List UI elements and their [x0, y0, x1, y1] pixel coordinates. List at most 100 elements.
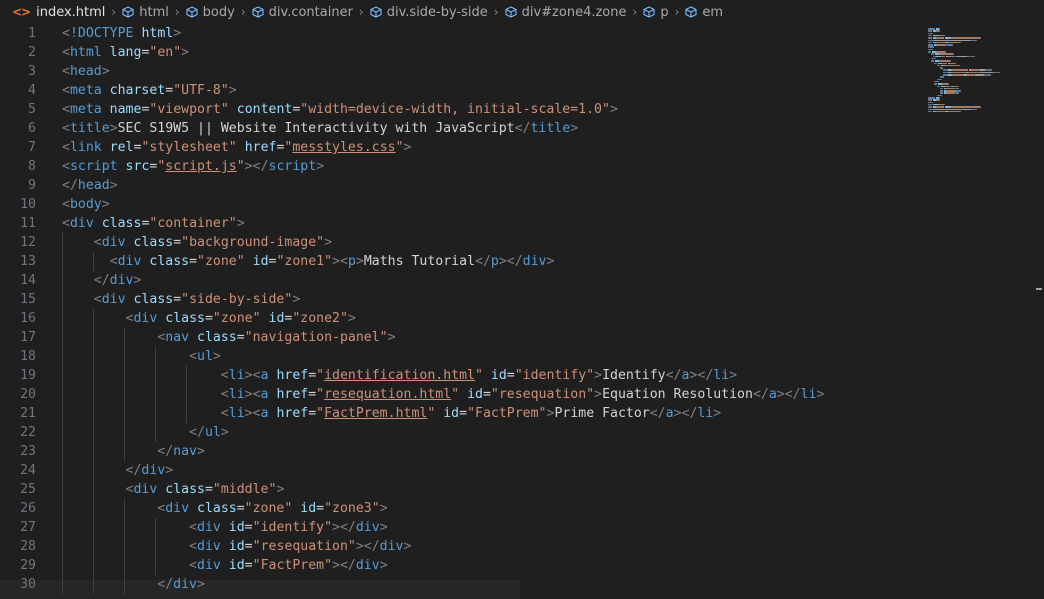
minimap-stroke [928, 28, 935, 30]
code-token: SEC S19W5 || Website Interactivity with … [117, 121, 515, 136]
code-token: </ [93, 273, 110, 288]
breadcrumb-item[interactable]: div.container [252, 5, 353, 20]
code-line[interactable]: 23 </nav> [0, 442, 920, 461]
code-line[interactable]: 27 <div id="identify"></div> [0, 518, 920, 537]
code-token: "stylesheet" [141, 140, 237, 155]
code-token: div [197, 520, 221, 535]
code-token: href [276, 368, 309, 383]
code-line[interactable]: 6 <title>SEC S19W5 || Website Interactivi… [0, 119, 920, 138]
code-line[interactable]: 4 <meta charset="UTF-8"> [0, 81, 920, 100]
breadcrumb-item[interactable]: p [643, 4, 669, 20]
code-line[interactable]: 17 <nav class="navigation-panel"> [0, 328, 920, 347]
breadcrumb-item[interactable]: div.side-by-side [370, 5, 488, 20]
code-token: nav [173, 444, 197, 459]
code-line[interactable]: 22 </ul> [0, 423, 920, 442]
code-token: "zone3" [324, 501, 380, 516]
code-line[interactable]: 8 <script src="script.js"></script> [0, 157, 920, 176]
code-line[interactable]: 29 <div id="FactPrem"></div> [0, 556, 920, 575]
line-number: 20 [20, 387, 36, 402]
breadcrumb-item[interactable]: em [685, 5, 723, 20]
code-token: > [546, 254, 555, 269]
code-line[interactable]: 16 <div class="zone" id="zone2"> [0, 309, 920, 328]
minimap-stroke [937, 85, 940, 87]
breadcrumb-separator-icon: › [358, 5, 364, 19]
code-line[interactable]: 21 <li><a href="FactPrem.html" id="FactP… [0, 404, 920, 423]
code-line[interactable]: 12 <div class="background-image"> [0, 233, 920, 252]
breadcrumb-separator-icon: › [674, 5, 680, 19]
code-token: div [101, 292, 126, 307]
code-line[interactable]: 28 <div id="resequation"></div> [0, 537, 920, 556]
code-line[interactable]: 24 </div> [0, 461, 920, 480]
code-token: </ [475, 254, 491, 269]
code-line[interactable]: 19 <li><a href="identification.html" id=… [0, 366, 920, 385]
code-token: = [506, 368, 515, 383]
code-token: ></ [498, 254, 523, 269]
code-line[interactable]: 10 <body> [0, 195, 920, 214]
minimap-stroke [968, 71, 979, 74]
minimap-stroke [979, 106, 981, 108]
breadcrumb-item[interactable]: div#zone4.zone [505, 5, 627, 20]
code-line[interactable]: 3 <head> [0, 62, 920, 81]
breadcrumb-item-label: p [660, 4, 669, 20]
code-line[interactable]: 18 <ul> [0, 347, 920, 366]
code-line[interactable]: 15 <div class="side-by-side"> [0, 290, 920, 309]
line-number: 16 [20, 311, 36, 326]
line-number: 7 [28, 140, 36, 155]
code-token: class [133, 235, 174, 250]
minimap-stroke [952, 74, 963, 76]
code-line[interactable]: 13 <div class="zone" id="zone1"><p>Maths… [0, 252, 920, 271]
code-text: <ul> [62, 347, 221, 366]
code-line[interactable]: 26 <div class="zone" id="zone3"> [0, 499, 920, 518]
minimap-stroke [946, 92, 954, 94]
line-number: 3 [28, 64, 36, 79]
code-token: href [276, 387, 309, 402]
code-text: <script src="script.js"></script> [62, 157, 324, 176]
minimap-stroke [942, 62, 947, 64]
code-line[interactable]: 20 <li><a href="resequation.html" id="re… [0, 385, 920, 404]
code-line[interactable]: 5 <meta name="viewport" content="width=de… [0, 100, 920, 119]
code-token: ></ [689, 368, 714, 383]
code-line[interactable]: 14 </div> [0, 271, 920, 290]
breadcrumb-file[interactable]: <> index.html [12, 5, 105, 20]
code-token: > [181, 45, 190, 60]
code-token: < [93, 292, 102, 307]
code-line[interactable]: 11 <div class="container"> [0, 214, 920, 233]
minimap-stroke [945, 64, 959, 67]
code-token: div [173, 577, 197, 592]
code-token: > [276, 482, 285, 497]
breadcrumb-item[interactable]: html [122, 5, 169, 20]
code-token: > [101, 197, 110, 212]
minimap-stroke [938, 97, 940, 99]
code-line[interactable]: 25 <div class="middle"> [0, 480, 920, 499]
minimap[interactable] [922, 24, 1032, 599]
minimap-stroke [976, 108, 977, 110]
symbol-field-icon [186, 6, 198, 18]
code-editor[interactable]: 1 <!DOCTYPE html> 2 <html lang="en"> 3 <head>… [0, 24, 920, 599]
minimap-stroke [973, 55, 975, 58]
minimap-stroke [943, 76, 944, 78]
code-line[interactable]: 9 </head> [0, 176, 920, 195]
minimap-stroke [935, 110, 945, 113]
minimap-stroke [934, 83, 937, 85]
code-line[interactable]: 30 </div> [0, 575, 920, 594]
code-line[interactable]: 2 <html lang="en"> [0, 43, 920, 62]
code-token: > [212, 349, 221, 364]
code-text: <body> [62, 195, 110, 214]
code-token: "width=device-width, initial-scale=1.0" [300, 102, 610, 117]
code-line[interactable]: 1 <!DOCTYPE html> [0, 24, 920, 43]
line-number: 26 [20, 501, 36, 516]
code-token: ></ [332, 520, 356, 535]
vertical-scrollbar[interactable] [1032, 24, 1044, 599]
breadcrumb-item[interactable]: body [186, 5, 235, 20]
code-line[interactable]: 7 <link rel="stylesheet" href="messtyles.… [0, 138, 920, 157]
minimap-stroke [936, 51, 945, 53]
minimap-stroke [945, 85, 950, 87]
code-token: >< [332, 254, 348, 269]
